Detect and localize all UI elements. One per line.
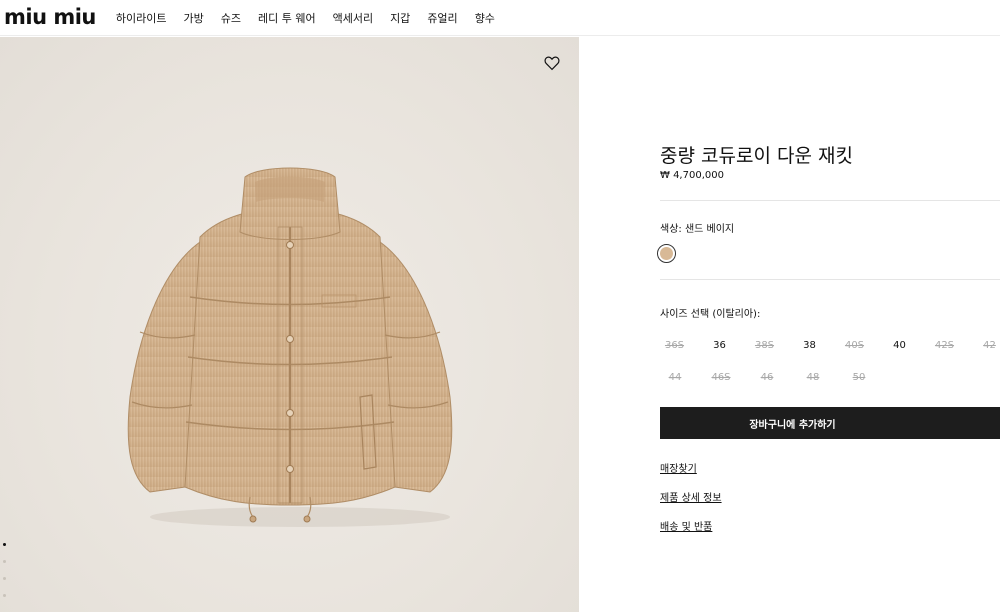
size-option[interactable]: 40S: [832, 336, 877, 368]
size-row: 36S 36 38S 38 40S 40 42S 42: [652, 336, 1000, 368]
size-option[interactable]: 36S: [652, 336, 697, 368]
size-option[interactable]: 50: [836, 368, 882, 400]
brand-logo[interactable]: miu miu: [4, 7, 96, 28]
gallery-dot[interactable]: [3, 560, 6, 563]
color-swatch-sand-beige[interactable]: [657, 244, 676, 263]
size-option[interactable]: 36: [697, 336, 742, 368]
find-store-link[interactable]: 매장찾기: [660, 460, 697, 475]
size-option[interactable]: 38: [787, 336, 832, 368]
main-nav: 하이라이트 가방 슈즈 레디 투 웨어 액세서리 지갑 쥬얼리 향수: [116, 10, 512, 26]
nav-item-accessories[interactable]: 액세서리: [333, 10, 373, 26]
nav-item-jewelry[interactable]: 쥬얼리: [427, 10, 457, 26]
nav-item-shoes[interactable]: 슈즈: [221, 10, 241, 26]
size-option[interactable]: 42: [967, 336, 1000, 368]
nav-item-bags[interactable]: 가방: [183, 10, 203, 26]
product-title: 중량 코듀로이 다운 재킷: [660, 145, 853, 167]
nav-item-wallets[interactable]: 지갑: [390, 10, 410, 26]
gallery-dot[interactable]: [3, 577, 6, 580]
product-image-jacket[interactable]: [110, 157, 470, 537]
size-option[interactable]: 46: [744, 368, 790, 400]
size-option[interactable]: 38S: [742, 336, 787, 368]
nav-item-fragrance[interactable]: 향수: [475, 10, 495, 26]
shipping-returns-link[interactable]: 배송 및 반품: [660, 518, 712, 533]
size-option[interactable]: 42S: [922, 336, 967, 368]
size-selector: 36S 36 38S 38 40S 40 42S 42 44 46S 46 48 50: [652, 336, 1000, 400]
size-row: 44 46S 46 48 50: [652, 368, 1000, 400]
product-price: ₩ 4,700,000: [660, 170, 724, 181]
nav-item-ready-to-wear[interactable]: 레디 투 웨어: [258, 10, 316, 26]
size-option[interactable]: 46S: [698, 368, 744, 400]
size-label: 사이즈 선택 (이탈리아):: [660, 309, 761, 320]
size-option[interactable]: 40: [877, 336, 922, 368]
heart-icon[interactable]: [543, 54, 561, 72]
site-header: miu miu 하이라이트 가방 슈즈 레디 투 웨어 액세서리 지갑 쥬얼리 …: [0, 0, 1000, 36]
product-info-panel: 중량 코듀로이 다운 재킷 ₩ 4,700,000 색상: 샌드 베이지 사이즈…: [579, 37, 1000, 612]
add-to-cart-label: 장바구니에 추가하기: [749, 419, 836, 431]
divider: [660, 200, 1000, 201]
gallery-dot[interactable]: [3, 543, 6, 546]
gallery-dot[interactable]: [3, 594, 6, 597]
add-to-cart-button[interactable]: 장바구니에 추가하기: [660, 407, 1000, 439]
gallery-pagination: [3, 543, 11, 611]
size-option[interactable]: 48: [790, 368, 836, 400]
nav-item-highlights[interactable]: 하이라이트: [116, 10, 167, 26]
divider: [660, 279, 1000, 280]
product-details-link[interactable]: 제품 상세 정보: [660, 489, 722, 504]
size-option[interactable]: 44: [652, 368, 698, 400]
product-image-panel: [0, 37, 579, 612]
color-label: 색상: 샌드 베이지: [660, 224, 735, 235]
